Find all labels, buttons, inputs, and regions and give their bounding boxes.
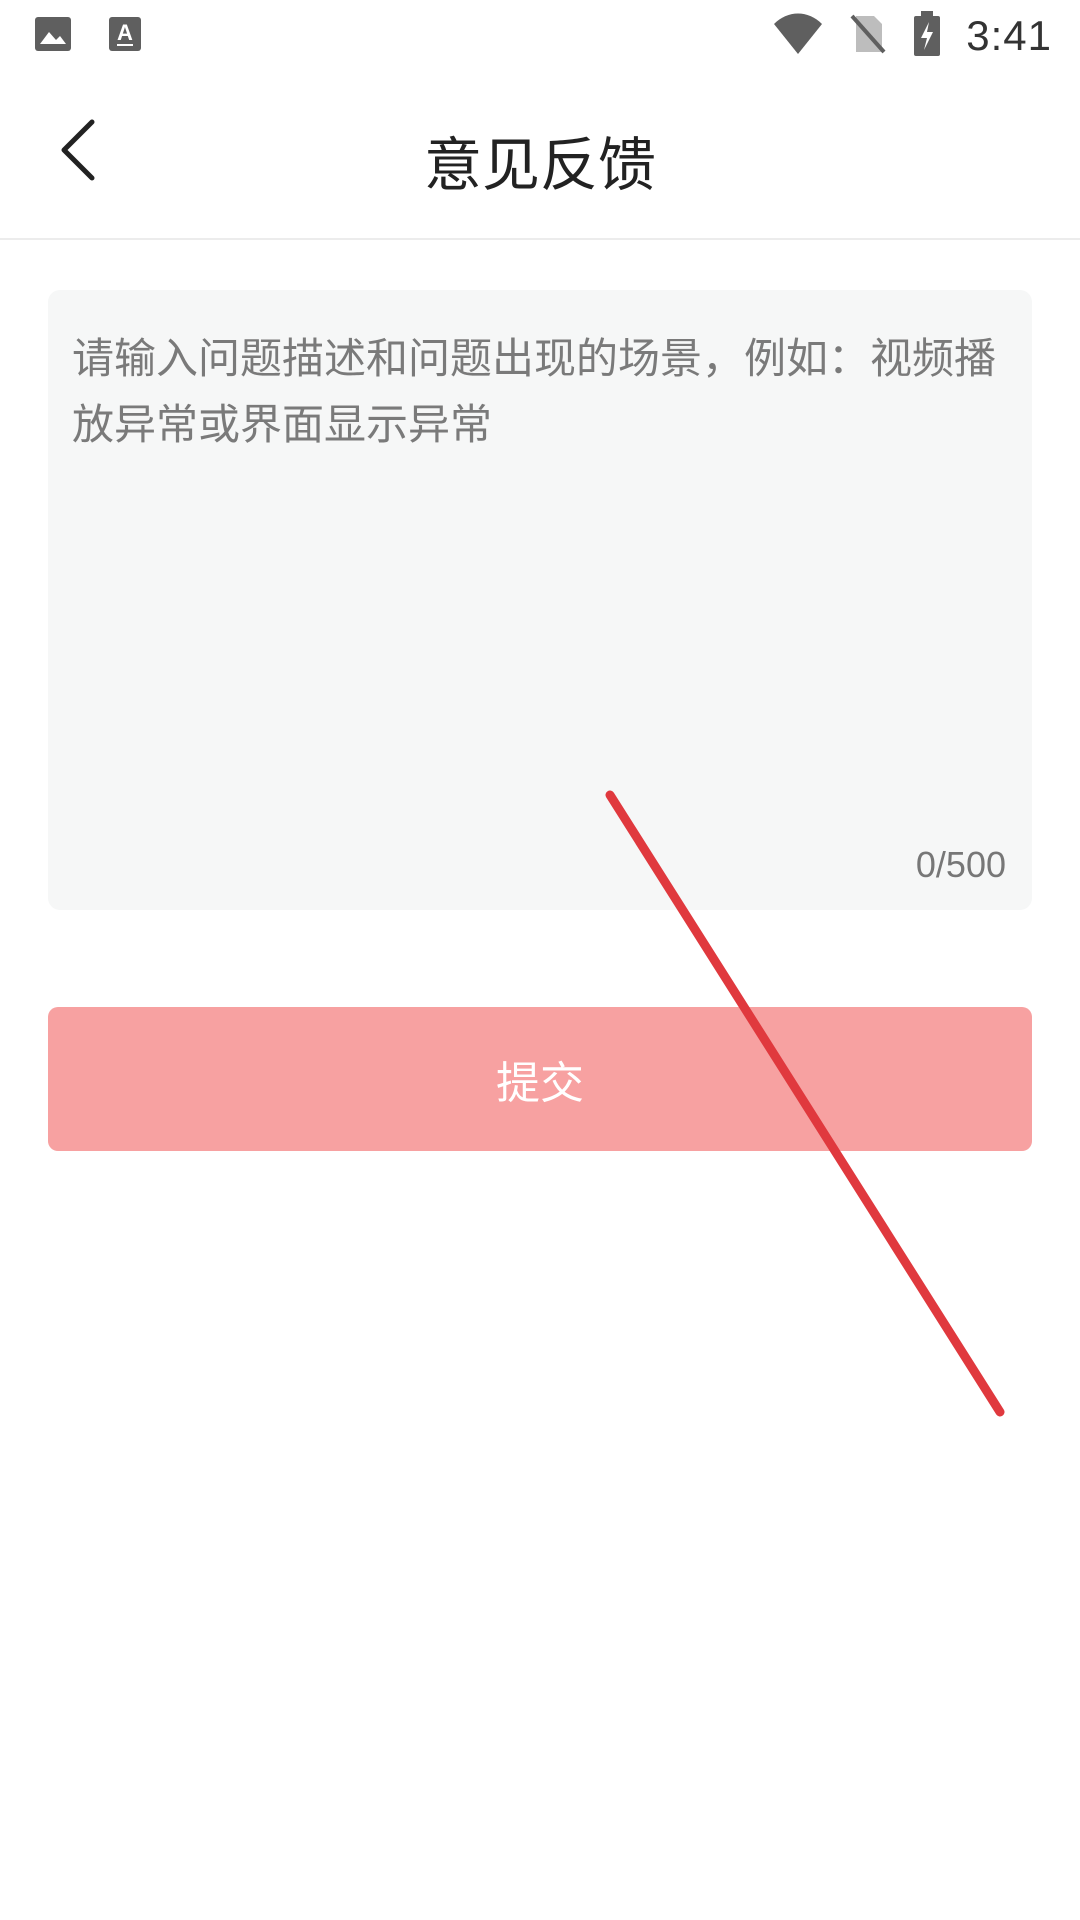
feedback-textarea[interactable] xyxy=(72,326,1002,806)
status-left: A xyxy=(34,16,142,56)
app-bar: 意见反馈 xyxy=(0,72,1080,240)
annotation-line xyxy=(605,790,1005,1417)
wifi-icon xyxy=(772,12,824,60)
submit-button[interactable]: 提交 xyxy=(48,1007,1032,1151)
battery-charging-icon xyxy=(912,10,942,62)
status-right: 3:41 xyxy=(772,10,1052,62)
font-icon: A xyxy=(108,16,142,56)
image-icon xyxy=(34,16,72,56)
char-counter: 0/500 xyxy=(915,844,1006,885)
status-bar: A 3:41 xyxy=(0,0,1080,72)
feedback-input-card: 0/500 xyxy=(48,290,1032,910)
svg-text:A: A xyxy=(117,20,133,45)
no-sim-icon xyxy=(848,12,888,60)
status-time: 3:41 xyxy=(966,12,1052,59)
page-title: 意见反馈 xyxy=(423,131,656,199)
